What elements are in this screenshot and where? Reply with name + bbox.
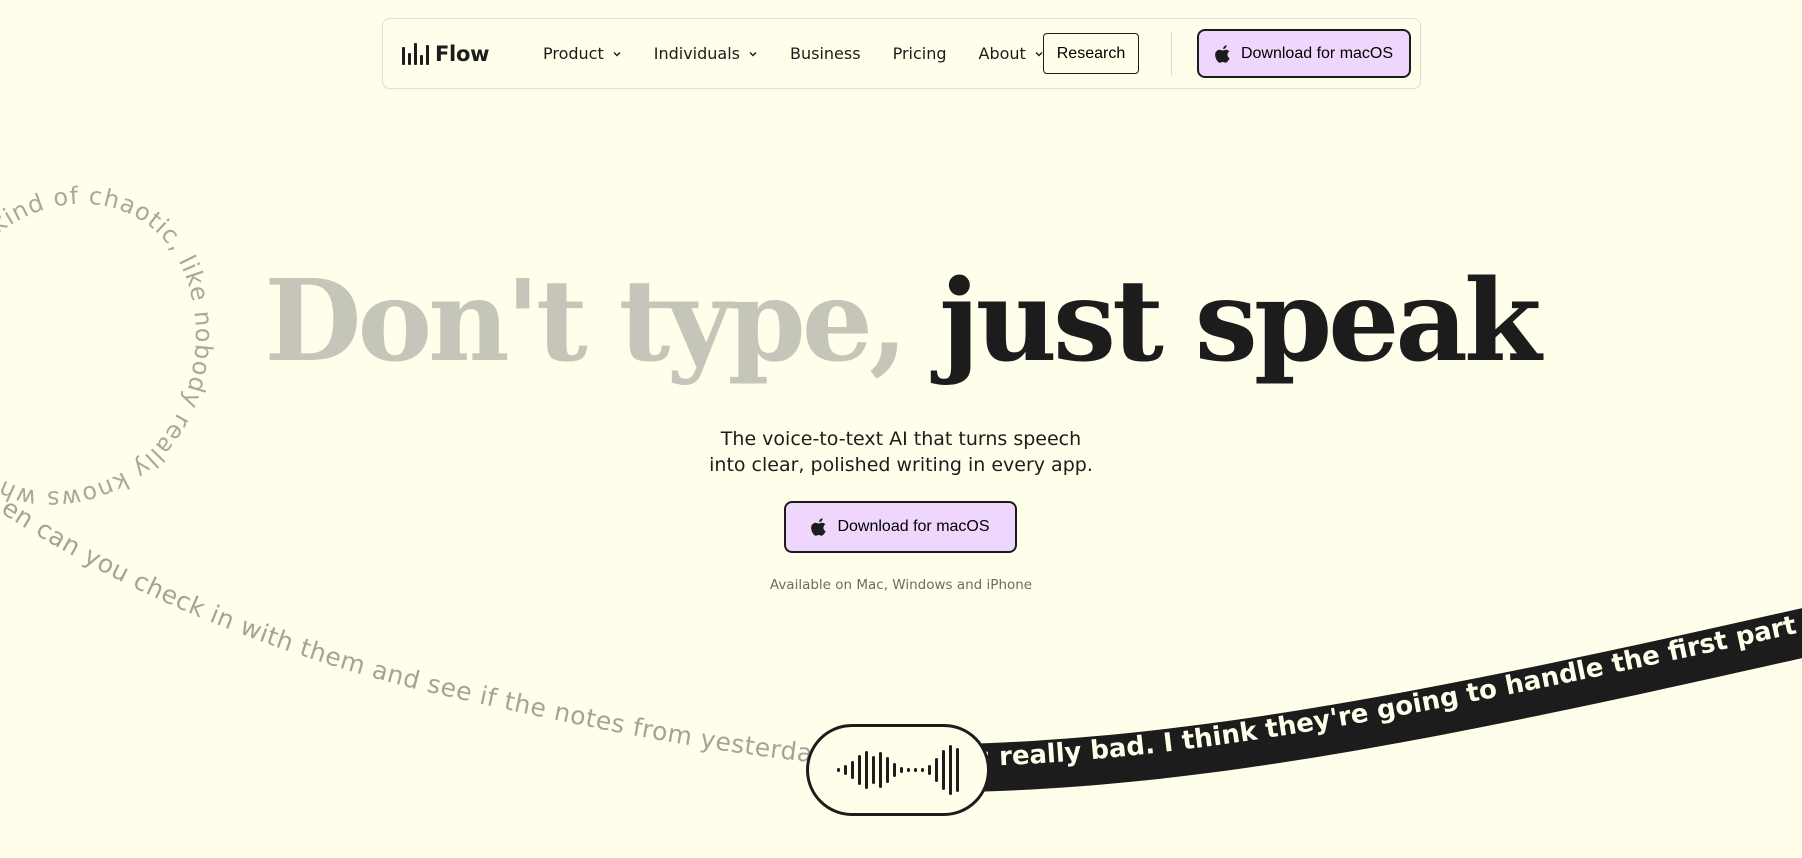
top-navigation: Flow Product Individuals Business Pricin…: [382, 18, 1421, 89]
nav-item-label: Pricing: [892, 44, 947, 63]
nav-item-label: About: [978, 44, 1026, 63]
brand-name: Flow: [435, 42, 490, 66]
availability-note: Available on Mac, Windows and iPhone: [769, 577, 1033, 593]
subhead-line-2: into clear, polished writing in every ap…: [709, 454, 1093, 476]
nav-menu: Product Individuals Business Pricing Abo…: [543, 19, 1076, 88]
subhead-line-1: The voice-to-text AI that turns speech: [720, 428, 1082, 450]
nav-divider: [1171, 32, 1172, 76]
nav-item-label: Product: [543, 44, 604, 63]
nav-item-label: Business: [790, 44, 861, 63]
nav-item-individuals[interactable]: Individuals: [654, 44, 758, 63]
chevron-down-icon: [749, 51, 757, 56]
audio-waveform-icon: [837, 740, 959, 800]
hero-download-label: Download for macOS: [837, 518, 990, 535]
hero-subheading: The voice-to-text AI that turns speech i…: [0, 426, 1802, 478]
waveform-logo-icon: [402, 43, 429, 65]
nav-download-button[interactable]: Download for macOS: [1197, 29, 1411, 78]
flow-logo[interactable]: Flow: [402, 42, 489, 66]
research-button[interactable]: Research: [1043, 33, 1139, 74]
apple-icon: [811, 518, 827, 536]
nav-download-label: Download for macOS: [1240, 44, 1394, 62]
nav-item-label: Individuals: [653, 44, 741, 63]
nav-item-business[interactable]: Business: [790, 44, 861, 63]
chevron-down-icon: [613, 51, 621, 56]
headline-dark: just speak: [939, 256, 1542, 387]
transcription-band: [960, 608, 1802, 792]
headline-muted: Don't type,: [264, 256, 908, 387]
nav-item-pricing[interactable]: Pricing: [893, 44, 947, 63]
hero-download-button[interactable]: Download for macOS: [784, 501, 1017, 553]
voice-recording-pill: [806, 724, 990, 816]
apple-icon: [1215, 44, 1230, 63]
nav-item-about[interactable]: About: [979, 44, 1044, 63]
hero-headline: Don't type, just speak: [0, 260, 1802, 383]
nav-item-product[interactable]: Product: [543, 44, 622, 63]
